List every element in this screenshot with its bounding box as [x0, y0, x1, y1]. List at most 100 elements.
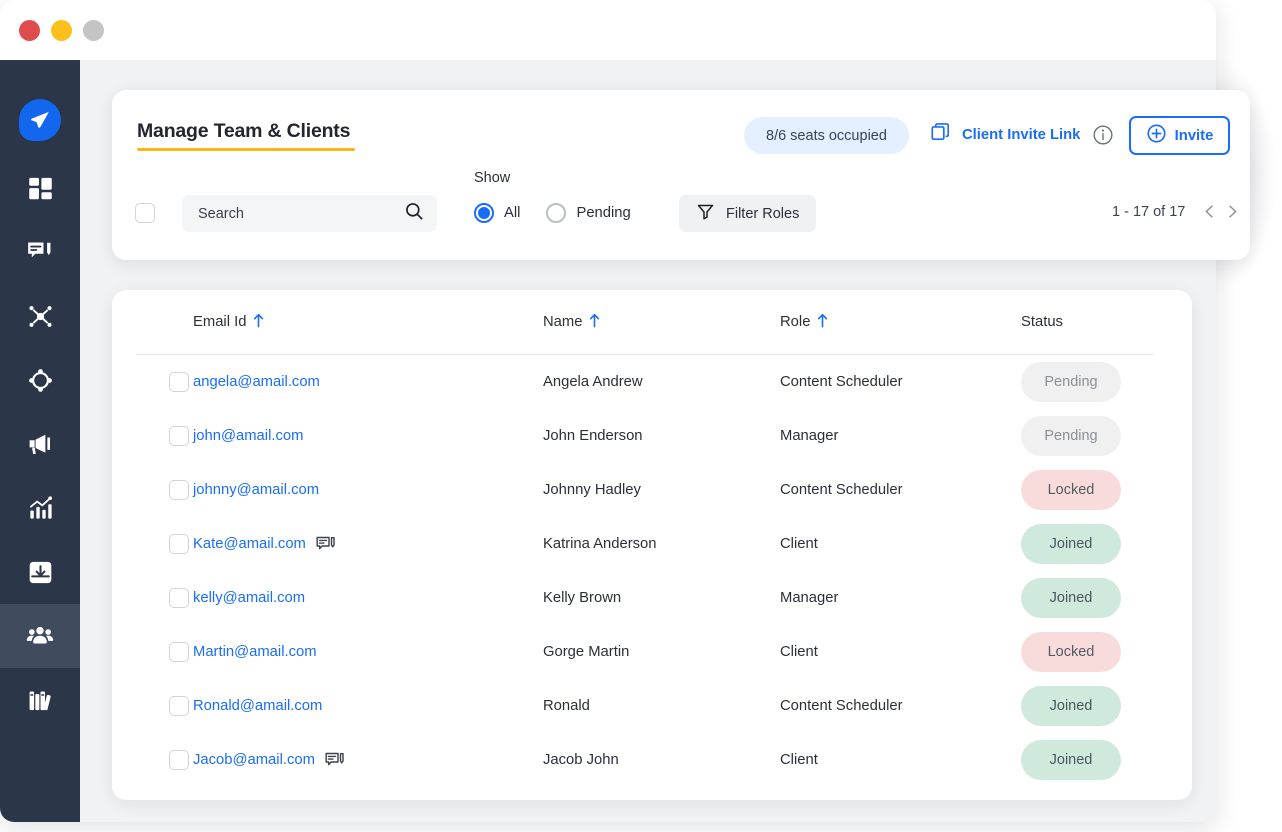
comment-note-icon[interactable]: [316, 536, 336, 553]
team-members-table-card: Email Id Name Role Status: [112, 290, 1192, 800]
compose-message-icon: [26, 238, 54, 266]
diamond-target-icon: [27, 367, 54, 394]
table-row[interactable]: johnny@amail.com Johnny HadleyContent Sch…: [112, 463, 1192, 517]
row-email-cell: Jacob@amail.com: [193, 752, 543, 769]
window-close-button[interactable]: [19, 20, 40, 41]
row-email-link[interactable]: johnny@amail.com: [193, 482, 319, 498]
pagination: 1 - 17 of 17: [1112, 203, 1241, 220]
copy-icon: [930, 122, 951, 148]
search-box[interactable]: [182, 195, 437, 232]
search-input[interactable]: [198, 206, 404, 222]
row-email-link[interactable]: Martin@amail.com: [193, 644, 317, 660]
row-checkbox[interactable]: [169, 696, 189, 716]
info-circle-icon[interactable]: [1092, 124, 1114, 146]
row-name-cell: John Enderson: [543, 428, 780, 444]
status-badge: Locked: [1021, 470, 1121, 510]
sidebar-item-inbox[interactable]: [0, 540, 80, 604]
row-role-cell: Content Scheduler: [780, 374, 1021, 390]
column-header-email[interactable]: Email Id: [193, 313, 543, 332]
row-email-link[interactable]: kelly@amail.com: [193, 590, 305, 606]
row-checkbox[interactable]: [169, 372, 189, 392]
row-email-link[interactable]: john@amail.com: [193, 428, 303, 444]
invite-button[interactable]: Invite: [1129, 116, 1230, 155]
invite-button-label: Invite: [1175, 128, 1214, 144]
row-name-cell: Angela Andrew: [543, 374, 780, 390]
chevron-right-icon[interactable]: [1224, 203, 1241, 220]
radio-option-all[interactable]: All: [474, 203, 520, 223]
sidebar-item-library[interactable]: [0, 668, 80, 732]
search-icon[interactable]: [404, 201, 424, 226]
page-title-wrapper: Manage Team & Clients: [137, 120, 355, 151]
row-checkbox-cell: [112, 534, 193, 554]
row-email-cell: Ronald@amail.com: [193, 698, 543, 714]
row-role-cell: Client: [780, 536, 1021, 552]
column-header-role[interactable]: Role: [780, 313, 1021, 332]
column-header-role-label: Role: [780, 314, 810, 330]
sidebar-item-analytics[interactable]: [0, 476, 80, 540]
table-row[interactable]: Ronald@amail.comRonaldContent SchedulerJ…: [112, 679, 1192, 733]
row-checkbox[interactable]: [169, 534, 189, 554]
window-titlebar: [0, 0, 1216, 60]
table-row[interactable]: Kate@amail.com Katrina AndersonClientJoin…: [112, 517, 1192, 571]
row-email-link[interactable]: Jacob@amail.com: [193, 752, 315, 768]
page-title: Manage Team & Clients: [137, 120, 355, 143]
row-checkbox[interactable]: [169, 642, 189, 662]
row-email-link[interactable]: Ronald@amail.com: [193, 698, 322, 714]
table-row[interactable]: angela@amail.com Angela AndrewContent Sch…: [112, 355, 1192, 409]
row-email-link[interactable]: Kate@amail.com: [193, 536, 306, 552]
column-header-name[interactable]: Name: [543, 313, 780, 332]
row-status-cell: Joined: [1021, 686, 1192, 726]
row-role-cell: Client: [780, 752, 1021, 768]
sidebar-item-logo[interactable]: [0, 84, 80, 156]
table-row[interactable]: john@amail.comJohn EndersonManagerPendin…: [112, 409, 1192, 463]
download-inbox-icon: [27, 559, 54, 586]
select-all-checkbox[interactable]: [135, 203, 155, 223]
table-row[interactable]: kelly@amail.comKelly BrownManagerJoined: [112, 571, 1192, 625]
row-name-cell: Katrina Anderson: [543, 536, 780, 552]
sidebar-item-target[interactable]: [0, 348, 80, 412]
sidebar: [0, 60, 80, 822]
sidebar-item-campaigns[interactable]: [0, 412, 80, 476]
row-email-cell: Kate@amail.com: [193, 536, 543, 553]
column-header-status: Status: [1021, 314, 1192, 330]
filter-roles-button[interactable]: Filter Roles: [679, 195, 816, 232]
row-status-cell: Joined: [1021, 524, 1192, 564]
row-email-cell: kelly@amail.com: [193, 590, 543, 606]
radio-option-pending[interactable]: Pending: [546, 203, 630, 223]
column-header-status-label: Status: [1021, 314, 1063, 330]
pagination-range: 1 - 17 of 17: [1112, 204, 1185, 220]
row-status-cell: Pending: [1021, 416, 1192, 456]
row-name-cell: Ronald: [543, 698, 780, 714]
client-invite-link[interactable]: Client Invite Link: [930, 122, 1080, 148]
row-status-cell: Locked: [1021, 632, 1192, 672]
row-name-cell: Johnny Hadley: [543, 482, 780, 498]
window-maximize-button[interactable]: [83, 20, 104, 41]
chevron-left-icon[interactable]: [1201, 203, 1218, 220]
grid-dashboard-icon: [27, 175, 54, 202]
sidebar-item-dashboard[interactable]: [0, 156, 80, 220]
radio-all-indicator: [474, 203, 494, 223]
row-name-cell: Jacob John: [543, 752, 780, 768]
arrow-up-icon: [588, 313, 601, 332]
status-badge: Joined: [1021, 740, 1121, 780]
title-underline: [137, 148, 355, 151]
row-checkbox[interactable]: [169, 588, 189, 608]
row-name-cell: Gorge Martin: [543, 644, 780, 660]
pagination-arrows: [1201, 203, 1241, 220]
table-row[interactable]: Martin@amail.comGorge MartinClientLocked: [112, 625, 1192, 679]
row-checkbox[interactable]: [169, 480, 189, 500]
row-role-cell: Content Scheduler: [780, 482, 1021, 498]
sidebar-item-compose[interactable]: [0, 220, 80, 284]
table-row[interactable]: Jacob@amail.com Jacob JohnClientJoined: [112, 733, 1192, 787]
sidebar-item-network[interactable]: [0, 284, 80, 348]
comment-note-icon[interactable]: [325, 752, 345, 769]
paper-plane-icon: [19, 99, 61, 141]
status-badge: Pending: [1021, 416, 1121, 456]
sidebar-item-team[interactable]: [0, 604, 80, 668]
radio-all-label: All: [504, 205, 520, 221]
row-checkbox[interactable]: [169, 750, 189, 770]
window-minimize-button[interactable]: [51, 20, 72, 41]
row-email-link[interactable]: angela@amail.com: [193, 374, 320, 390]
row-checkbox-cell: [112, 588, 193, 608]
row-checkbox[interactable]: [169, 426, 189, 446]
